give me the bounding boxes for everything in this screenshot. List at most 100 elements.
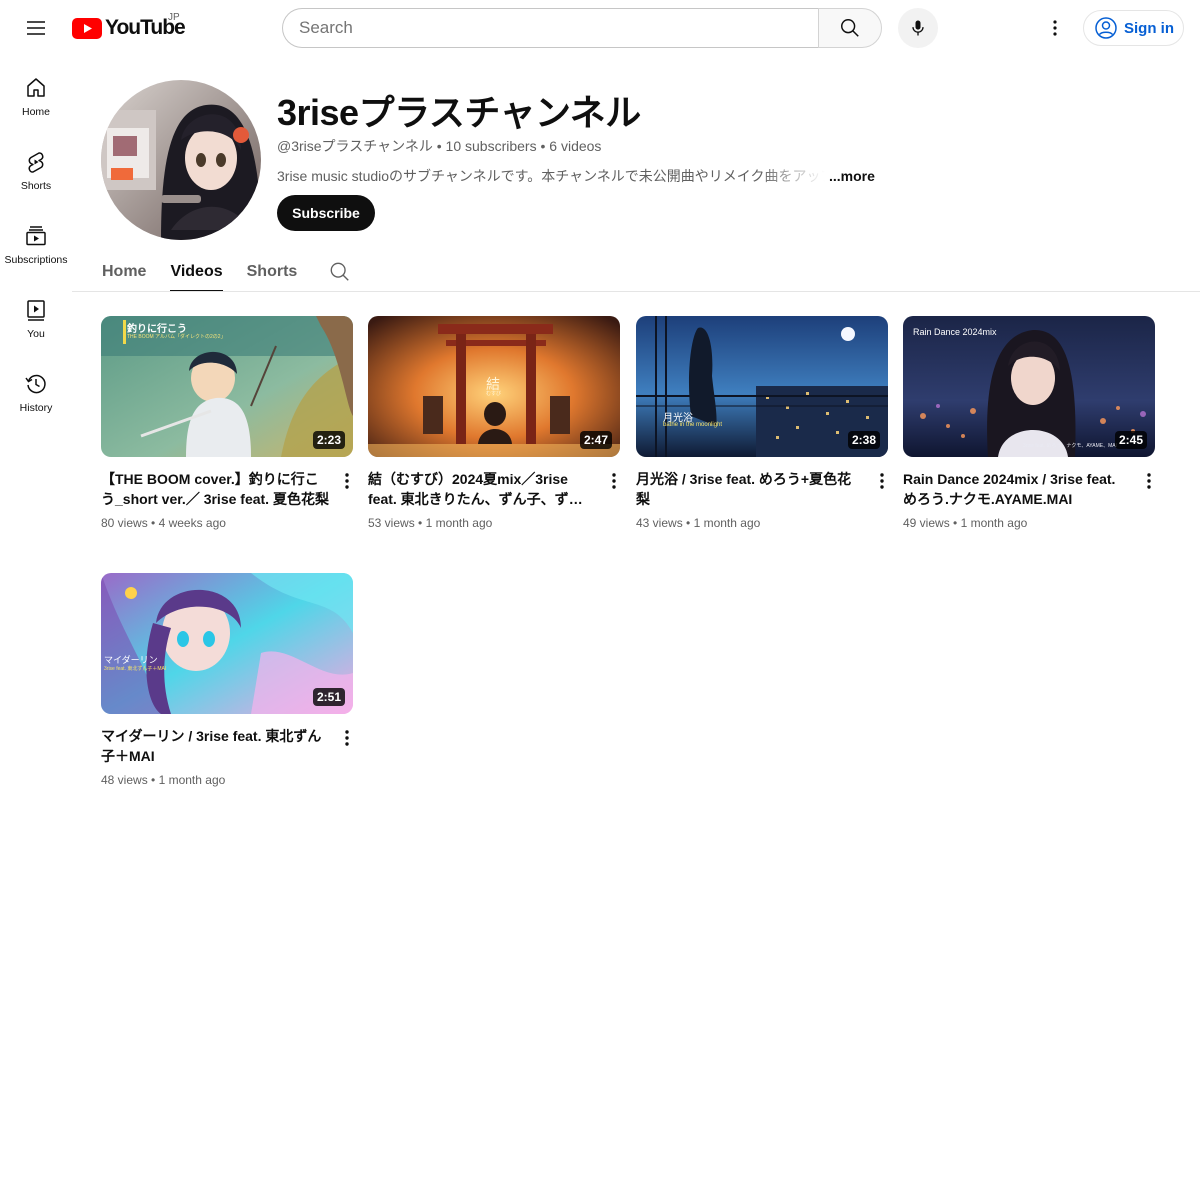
sidebar-item-subscriptions[interactable]: Subscriptions [0, 204, 72, 278]
sign-in-label: Sign in [1124, 19, 1174, 37]
channel-description-text: 3rise music studioのサブチャンネルです。本チャンネルで未公開曲… [277, 168, 825, 184]
sidebar-item-home[interactable]: Home [0, 56, 72, 130]
video-details: 月光浴 / 3rise feat. めろう+夏色花梨 43 views • 1 … [636, 469, 888, 532]
view-count: 49 views [903, 516, 950, 530]
published-time: 1 month ago [425, 516, 493, 530]
meta-separator: • [151, 773, 159, 787]
thumbnail-subcaption: bathe in the moonlight [663, 422, 723, 428]
video-title[interactable]: 結（むすび）2024夏mix／3rise feat. 東北きりたん、ずん子、ずん… [368, 469, 596, 509]
thumbnail-subcaption: THE BOOM アルバム「ダイレクトの2の2」 [127, 334, 226, 340]
meta-separator: • [686, 516, 694, 530]
guide-menu-button[interactable] [16, 8, 56, 48]
you-icon [27, 300, 45, 321]
vertical-dots-icon [1053, 20, 1057, 36]
vertical-dots-icon [345, 473, 349, 489]
sidebar-item-you[interactable]: You [0, 278, 72, 352]
video-meta: 80 views • 4 weeks ago [101, 514, 329, 532]
video-title[interactable]: マイダーリン / 3rise feat. 東北ずん子＋MAI [101, 726, 329, 766]
sign-in-button[interactable]: Sign in [1083, 10, 1184, 46]
video-action-menu-button[interactable] [606, 469, 622, 493]
video-card[interactable]: マイダーリン 3rise feat. 東北ずん子＋MAI 2:51 マイダーリン… [101, 573, 353, 789]
video-card[interactable]: 結 むすび 2:47 結（むすび）2024夏mix／3rise feat. 東北… [368, 316, 620, 532]
logo-region-code: JP [168, 12, 180, 23]
view-count: 80 views [101, 516, 148, 530]
youtube-logo[interactable]: YouTube JP [72, 12, 186, 40]
shorts-icon [28, 152, 44, 173]
video-count: 6 videos [549, 138, 602, 154]
video-thumbnail[interactable]: 釣りに行こう THE BOOM アルバム「ダイレクトの2の2」 2:23 [101, 316, 353, 457]
view-count: 53 views [368, 516, 415, 530]
video-details: 結（むすび）2024夏mix／3rise feat. 東北きりたん、ずん子、ずん… [368, 469, 620, 532]
channel-tabs: Home Videos Shorts [102, 252, 353, 292]
masthead: YouTube JP Sign in [0, 0, 1200, 56]
video-meta: 43 views • 1 month ago [636, 514, 864, 532]
video-thumbnail[interactable]: 月光浴 bathe in the moonlight 2:38 [636, 316, 888, 457]
video-title[interactable]: 【THE BOOM cover.】釣りに行こう_short ver.／ 3ris… [101, 469, 329, 509]
tab-search-button[interactable] [329, 252, 353, 292]
video-meta: 48 views • 1 month ago [101, 771, 329, 789]
description-more-link[interactable]: ...more [829, 168, 875, 184]
account-circle-icon [1095, 17, 1117, 39]
video-action-menu-button[interactable] [874, 469, 890, 493]
meta-separator: • [436, 138, 446, 154]
video-action-menu-button[interactable] [339, 726, 355, 750]
thumbnail-caption: Rain Dance 2024mix [913, 327, 997, 337]
published-time: 1 month ago [693, 516, 761, 530]
video-duration: 2:45 [1114, 431, 1147, 449]
voice-search-button[interactable] [898, 8, 938, 48]
channel-avatar[interactable] [101, 80, 261, 240]
home-icon [27, 78, 45, 97]
video-duration: 2:23 [312, 431, 345, 449]
sidebar-item-label: You [27, 328, 45, 340]
youtube-play-logo-icon [72, 17, 102, 39]
published-time: 4 weeks ago [158, 516, 226, 530]
view-count: 43 views [636, 516, 683, 530]
view-count: 48 views [101, 773, 148, 787]
search-input[interactable] [299, 18, 819, 38]
video-thumbnail[interactable]: マイダーリン 3rise feat. 東北ずん子＋MAI 2:51 [101, 573, 353, 714]
search-box[interactable] [282, 8, 819, 48]
channel-meta: @3riseプラスチャンネル • 10 subscribers • 6 vide… [277, 136, 601, 156]
video-action-menu-button[interactable] [1141, 469, 1157, 493]
mini-guide-sidebar: Home Shorts Subscriptions You History [0, 56, 72, 426]
video-thumbnail[interactable]: 結 むすび 2:47 [368, 316, 620, 457]
sidebar-item-label: Shorts [20, 180, 52, 192]
channel-description[interactable]: 3rise music studioのサブチャンネルです。本チャンネルで未公開曲… [277, 166, 897, 186]
tab-home[interactable]: Home [102, 252, 146, 292]
video-details: マイダーリン / 3rise feat. 東北ずん子＋MAI 48 views … [101, 726, 353, 789]
subscribe-button[interactable]: Subscribe [277, 195, 375, 231]
video-card[interactable]: 月光浴 bathe in the moonlight 2:38 月光浴 / 3r… [636, 316, 888, 532]
video-card[interactable]: Rain Dance 2024mix 3rise feat. めろう、ナクモ、A… [903, 316, 1155, 532]
meta-separator: • [151, 516, 159, 530]
channel-handle: @3riseプラスチャンネル [277, 138, 433, 154]
video-action-menu-button[interactable] [339, 469, 355, 493]
sidebar-item-label: Subscriptions [4, 254, 68, 266]
vertical-dots-icon [612, 473, 616, 489]
sidebar-item-history[interactable]: History [0, 352, 72, 426]
sidebar-item-label: Home [21, 106, 50, 118]
tab-videos[interactable]: Videos [170, 252, 223, 292]
thumbnail-subcaption: 3rise feat. めろう、ナクモ、AYAME、MAI [1023, 443, 1117, 449]
channel-name: 3riseプラスチャンネル [277, 92, 641, 133]
meta-separator: • [953, 516, 961, 530]
vertical-dots-icon [345, 730, 349, 746]
tabs-divider [72, 291, 1200, 292]
search-button[interactable] [818, 8, 882, 48]
video-thumbnail[interactable]: Rain Dance 2024mix 3rise feat. めろう、ナクモ、A… [903, 316, 1155, 457]
video-title[interactable]: Rain Dance 2024mix / 3rise feat. めろう.ナクモ… [903, 469, 1131, 509]
sidebar-item-shorts[interactable]: Shorts [0, 130, 72, 204]
video-duration: 2:51 [312, 688, 345, 706]
meta-separator: • [418, 516, 426, 530]
video-title[interactable]: 月光浴 / 3rise feat. めろう+夏色花梨 [636, 469, 864, 509]
settings-more-button[interactable] [1035, 8, 1075, 48]
search-icon [330, 262, 350, 281]
search-icon [841, 19, 859, 37]
tab-shorts[interactable]: Shorts [247, 252, 298, 292]
video-details: Rain Dance 2024mix / 3rise feat. めろう.ナクモ… [903, 469, 1155, 532]
meta-separator: • [540, 138, 550, 154]
history-icon [25, 374, 46, 394]
video-meta: 49 views • 1 month ago [903, 514, 1131, 532]
video-card[interactable]: 釣りに行こう THE BOOM アルバム「ダイレクトの2の2」 2:23 【TH… [101, 316, 353, 532]
microphone-icon [912, 20, 924, 36]
video-meta: 53 views • 1 month ago [368, 514, 596, 532]
